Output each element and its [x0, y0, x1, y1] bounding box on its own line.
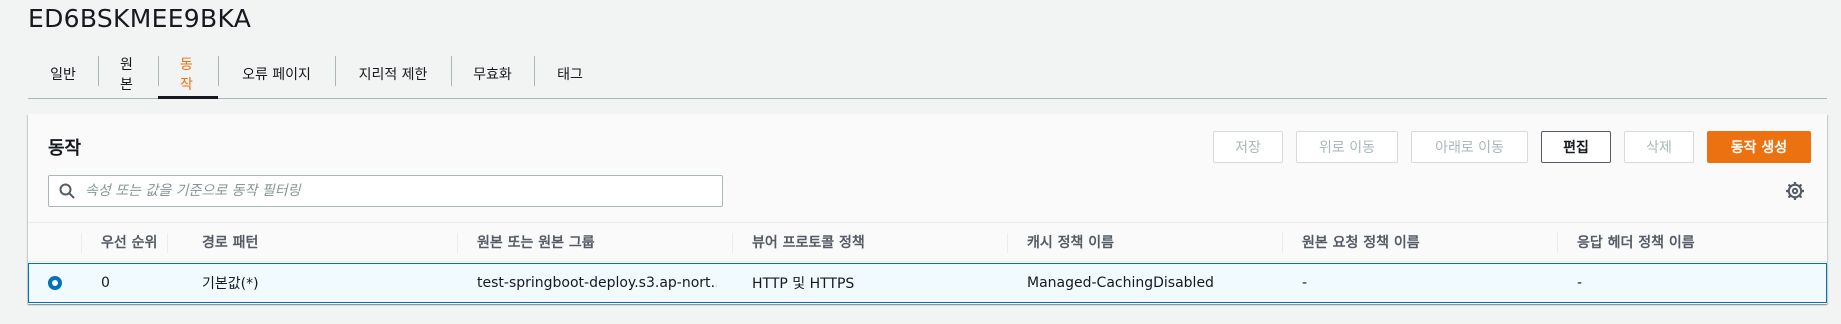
gear-icon[interactable] — [1786, 182, 1804, 200]
tab-behaviors[interactable]: 동작 — [158, 50, 218, 99]
panel-title: 동작 — [48, 138, 82, 159]
column-divider — [81, 233, 82, 253]
filter-search-box — [48, 175, 723, 207]
cell-origin: test-springboot-deploy.s3.ap-nort… — [477, 275, 717, 291]
page: ED6BSKMEE9BKA 일반 원본 동작 오류 페이지 지리적 제한 무효화… — [0, 0, 1841, 324]
cell-path-pattern: 기본값(*) — [202, 276, 259, 292]
create-behavior-button[interactable]: 동작 생성 — [1707, 131, 1811, 163]
column-header-priority[interactable]: 우선 순위 — [101, 223, 157, 261]
column-header-viewer-protocol[interactable]: 뷰어 프로토콜 정책 — [752, 223, 865, 261]
move-down-button[interactable]: 아래로 이동 — [1411, 131, 1528, 163]
column-divider — [1557, 233, 1558, 253]
cell-origin-request-policy: - — [1302, 275, 1308, 291]
tab-general[interactable]: 일반 — [28, 50, 98, 98]
cell-priority: 0 — [101, 275, 110, 291]
edit-button[interactable]: 편집 — [1541, 131, 1611, 163]
column-divider — [1282, 233, 1283, 253]
tab-tags[interactable]: 태그 — [534, 50, 606, 98]
column-header-origin-request-policy[interactable]: 원본 요청 정책 이름 — [1302, 223, 1420, 261]
filter-search-input[interactable] — [83, 182, 722, 200]
tab-geo-restrictions[interactable]: 지리적 제한 — [335, 50, 451, 98]
page-title: ED6BSKMEE9BKA — [28, 4, 252, 33]
delete-button[interactable]: 삭제 — [1624, 131, 1694, 163]
panel-header: 동작 저장 위로 이동 아래로 이동 편집 삭제 동작 생성 — [28, 114, 1827, 222]
table-header: 우선 순위 경로 패턴 원본 또는 원본 그룹 뷰어 프로토콜 정책 캐시 정책… — [28, 222, 1827, 262]
move-up-button[interactable]: 위로 이동 — [1296, 131, 1398, 163]
tab-origins[interactable]: 원본 — [98, 50, 158, 98]
column-header-path-pattern[interactable]: 경로 패턴 — [202, 223, 258, 261]
cell-response-headers-policy: - — [1577, 275, 1583, 291]
column-header-origin[interactable]: 원본 또는 원본 그룹 — [477, 223, 595, 261]
search-icon — [59, 183, 75, 199]
column-divider — [732, 233, 733, 253]
column-divider — [457, 233, 458, 253]
column-divider — [167, 233, 168, 253]
tab-invalidations[interactable]: 무효화 — [451, 50, 534, 98]
table-row[interactable]: 0 기본값(*) test-springboot-deploy.s3.ap-no… — [28, 263, 1827, 303]
tab-error-pages[interactable]: 오류 페이지 — [218, 50, 335, 98]
tab-bar: 일반 원본 동작 오류 페이지 지리적 제한 무효화 태그 — [28, 50, 1827, 99]
column-header-cache-policy[interactable]: 캐시 정책 이름 — [1027, 223, 1114, 261]
cell-viewer-protocol: HTTP 및 HTTPS — [752, 276, 855, 292]
column-divider — [1007, 233, 1008, 253]
cell-cache-policy: Managed-CachingDisabled — [1027, 275, 1214, 291]
radio-selected-icon[interactable] — [48, 276, 62, 290]
save-button[interactable]: 저장 — [1213, 131, 1283, 163]
column-header-response-headers-policy[interactable]: 응답 헤더 정책 이름 — [1577, 223, 1695, 261]
behaviors-panel: 동작 저장 위로 이동 아래로 이동 편집 삭제 동작 생성 속성 또는 값을 … — [28, 114, 1827, 304]
